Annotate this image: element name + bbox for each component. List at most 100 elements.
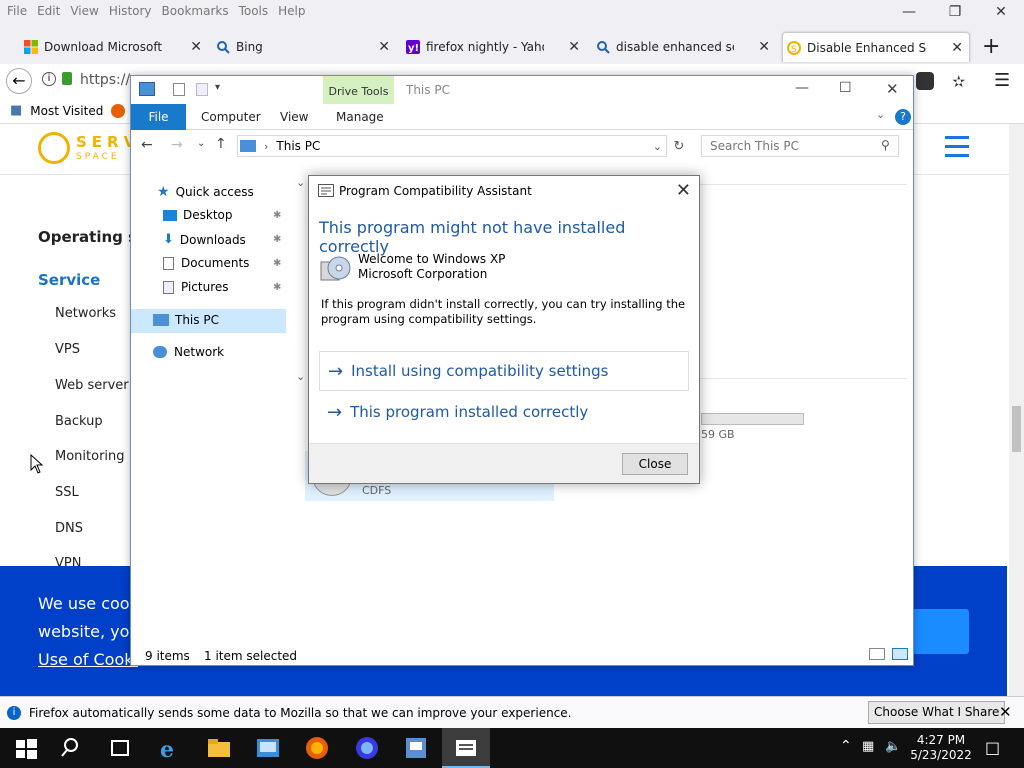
recent-locations-chevron-icon[interactable]: ⌄	[197, 138, 205, 149]
taskbar-search-icon[interactable]	[58, 734, 86, 762]
menu-history[interactable]: History	[109, 4, 152, 18]
refresh-icon[interactable]: ↻	[669, 136, 689, 158]
menu-file[interactable]: File	[7, 4, 27, 18]
nav-network[interactable]: Network	[153, 345, 224, 359]
maximize-icon[interactable]: ☐	[839, 80, 852, 96]
service-link-monitoring[interactable]: Monitoring	[55, 449, 125, 464]
nav-quick-access[interactable]: ★ Quick access	[157, 184, 254, 200]
service-link-vps[interactable]: VPS	[55, 342, 80, 357]
nav-this-pc[interactable]: This PC	[153, 313, 219, 327]
extensions-icon[interactable]: ✫	[952, 72, 965, 91]
tab-view[interactable]: View	[280, 110, 308, 124]
address-bar[interactable]: › This PC ⌄	[237, 135, 667, 157]
service-heading[interactable]: Service	[38, 271, 100, 289]
expand-ribbon-chevron-icon[interactable]: ⌄	[876, 108, 885, 121]
new-tab-plus-icon[interactable]: +	[982, 34, 1000, 59]
customize-qat-chevron-icon[interactable]: ▾	[215, 82, 220, 93]
service-link-networks[interactable]: Networks	[55, 306, 116, 321]
cookie-accept-button[interactable]	[912, 609, 969, 654]
back-arrow-icon[interactable]: ←	[141, 137, 153, 153]
breadcrumb-this-pc[interactable]: This PC	[276, 139, 320, 153]
service-link-ssl[interactable]: SSL	[55, 485, 79, 500]
forward-arrow-icon[interactable]: →	[171, 137, 183, 153]
minimize-icon[interactable]: —	[886, 4, 932, 20]
tab-download-edge[interactable]: Download Microsoft Edg ✕	[20, 32, 208, 62]
menu-bookmarks[interactable]: Bookmarks	[162, 4, 229, 18]
task-view-icon[interactable]	[106, 734, 134, 762]
dialog-close-icon[interactable]: ✕	[676, 180, 691, 201]
close-icon[interactable]: ✕	[886, 80, 899, 98]
search-input[interactable]: Search This PC	[701, 135, 899, 157]
firefox-icon[interactable]	[303, 734, 331, 762]
close-tab-icon[interactable]: ✕	[951, 40, 963, 56]
setup-program-icon[interactable]	[402, 734, 430, 762]
tab-file[interactable]: File	[131, 104, 186, 130]
details-view-icon[interactable]	[869, 648, 885, 660]
tab-yahoo[interactable]: y! firefox nightly - Yahoo Se ✕	[402, 32, 586, 62]
tab-computer[interactable]: Computer	[201, 110, 261, 124]
nav-pictures[interactable]: Pictures	[163, 280, 229, 294]
site-hamburger-icon[interactable]	[945, 136, 969, 157]
tab-manage[interactable]: Manage	[336, 110, 384, 124]
page-scrollbar[interactable]	[1009, 124, 1024, 696]
close-tab-icon[interactable]: ✕	[378, 39, 390, 55]
tab-disable-enhanced-security[interactable]: S Disable Enhanced Securi ✕	[782, 32, 970, 62]
service-link-dns[interactable]: DNS	[55, 521, 83, 536]
group-collapse-chevron-icon[interactable]: ⌄	[296, 370, 305, 383]
firefox-nightly-icon[interactable]	[353, 734, 381, 762]
windows-start-icon[interactable]	[12, 734, 40, 762]
pocket-icon[interactable]	[916, 72, 934, 90]
file-explorer-icon[interactable]	[205, 734, 233, 762]
help-icon[interactable]: ?	[895, 109, 911, 125]
minimize-icon[interactable]: —	[795, 80, 809, 96]
internet-explorer-icon[interactable]: e	[156, 734, 184, 762]
most-visited-bookmark[interactable]: Most Visited	[30, 104, 103, 118]
close-tab-icon[interactable]: ✕	[190, 39, 202, 55]
cookie-policy-link[interactable]: Use of Cooki	[38, 650, 138, 669]
menu-help[interactable]: Help	[278, 4, 305, 18]
nav-desktop[interactable]: Desktop	[163, 208, 233, 222]
large-icons-view-icon[interactable]	[892, 648, 908, 660]
close-button[interactable]: Close	[622, 453, 688, 475]
breadcrumb-chevron-icon[interactable]: ›	[264, 140, 268, 153]
url-field[interactable]: https://s	[80, 72, 137, 88]
menu-edit[interactable]: Edit	[37, 4, 60, 18]
install-compatibility-settings-button[interactable]: → Install using compatibility settings	[319, 351, 689, 391]
up-arrow-icon[interactable]: ↑	[215, 136, 227, 152]
menu-view[interactable]: View	[70, 4, 98, 18]
back-arrow-icon[interactable]: ←	[6, 68, 32, 94]
new-folder-quick-icon[interactable]	[196, 83, 208, 96]
firefox-icon[interactable]	[111, 103, 126, 118]
control-panel-icon[interactable]	[254, 734, 282, 762]
close-icon[interactable]: ✕	[978, 4, 1024, 20]
service-link-web-server[interactable]: Web server	[55, 378, 129, 393]
nav-documents[interactable]: Documents	[163, 256, 249, 270]
system-clock[interactable]: 4:27 PM 5/23/2022	[908, 733, 974, 763]
menu-tools[interactable]: Tools	[239, 4, 269, 18]
program-installed-correctly-button[interactable]: → This program installed correctly	[319, 392, 689, 432]
address-dropdown-chevron-icon[interactable]: ⌄	[653, 140, 662, 153]
tab-bing[interactable]: Bing ✕	[212, 32, 396, 62]
choose-what-i-share-button[interactable]: Choose What I Share	[868, 701, 1006, 724]
active-task-compatibility-assistant[interactable]	[442, 728, 490, 768]
action-center-icon[interactable]: □	[985, 738, 1000, 757]
tab-disable-search[interactable]: disable enhanced securit ✕	[592, 32, 776, 62]
pin-icon[interactable]: ✱	[273, 210, 281, 221]
group-collapse-chevron-icon[interactable]: ⌄	[296, 176, 305, 189]
properties-quick-icon[interactable]	[173, 83, 185, 96]
nav-downloads[interactable]: ⬇ Downloads	[163, 232, 246, 247]
close-tab-icon[interactable]: ✕	[758, 39, 770, 55]
scrollbar-thumb[interactable]	[1012, 406, 1021, 452]
close-notification-icon[interactable]: ✕	[999, 703, 1012, 721]
pin-icon[interactable]: ✱	[273, 234, 281, 245]
pin-icon[interactable]: ✱	[273, 282, 281, 293]
service-link-backup[interactable]: Backup	[55, 414, 103, 429]
network-icon[interactable]: ▦	[862, 739, 874, 754]
restore-icon[interactable]: ❐	[932, 4, 978, 20]
hamburger-menu-icon[interactable]: ☰	[994, 70, 1010, 91]
volume-muted-icon[interactable]: 🔈	[885, 739, 901, 754]
pin-icon[interactable]: ✱	[273, 258, 281, 269]
show-hidden-icons-chevron-icon[interactable]: ⌃	[840, 738, 852, 754]
info-icon[interactable]: i	[42, 72, 56, 86]
close-tab-icon[interactable]: ✕	[568, 39, 580, 55]
